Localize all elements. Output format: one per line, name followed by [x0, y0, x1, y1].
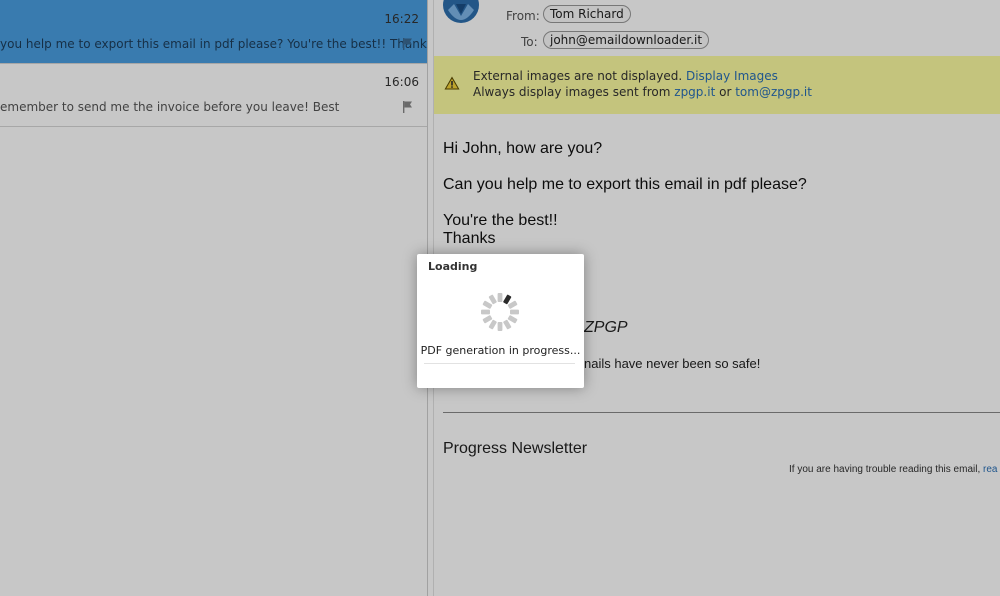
- spinner-icon: [481, 293, 519, 331]
- loading-dialog: Loading PDF generation in progress...: [417, 254, 584, 388]
- dialog-title: Loading: [428, 260, 478, 273]
- dialog-separator: [424, 363, 575, 364]
- loading-message: PDF generation in progress...: [420, 344, 581, 357]
